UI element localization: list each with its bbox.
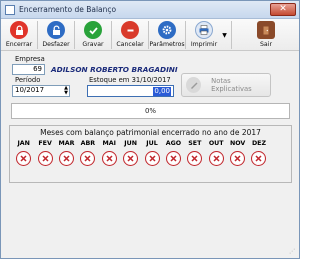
toolbar-separator (37, 21, 38, 49)
gravar-label: Gravar (82, 41, 104, 48)
toolbar-separator (74, 21, 75, 49)
red-x-icon (80, 151, 96, 166)
month-label: DEZ (251, 140, 267, 147)
encerrar-button[interactable]: Encerrar (3, 20, 35, 50)
month-label: AGO (165, 140, 182, 147)
month-label: JUN (124, 140, 138, 147)
desfazer-button[interactable]: Desfazer (40, 20, 72, 50)
parametros-label: Parâmetros (149, 41, 185, 48)
toolbar: Encerrar Desfazer Gravar Cancelar Parâme… (1, 19, 299, 51)
month-label: FEV (38, 140, 52, 147)
toolbar-separator (111, 21, 112, 49)
month-dez: DEZ (248, 140, 269, 166)
month-set: SET (184, 140, 205, 166)
sair-label: Sair (260, 41, 272, 48)
notas-explicativas-label: Notas Explicativas (211, 77, 252, 93)
title-bar: Encerramento de Balanço ✕ (1, 1, 299, 19)
toolbar-separator (185, 21, 186, 49)
notas-explicativas-button[interactable]: Notas Explicativas (181, 73, 271, 97)
periodo-value: 10/2017 (15, 86, 45, 94)
month-mar: MAR (56, 140, 77, 166)
months-row: JAN FEV MAR ABR MAI JUN JUL AGO SET OUT … (13, 140, 270, 166)
months-group: Meses com balanço patrimonial encerrado … (9, 125, 292, 183)
month-jun: JUN (120, 140, 141, 166)
pen-icon (186, 77, 202, 93)
month-mai: MAI (99, 140, 120, 166)
imprimir-dropdown-arrow[interactable]: ▼ (220, 20, 229, 50)
red-x-icon (16, 151, 32, 166)
red-x-icon (208, 151, 224, 166)
red-x-icon (101, 151, 117, 166)
estoque-value: 0,00 (153, 87, 171, 96)
resize-grip-icon[interactable]: ⋰ (289, 248, 297, 256)
close-window-button[interactable]: ✕ (270, 3, 296, 16)
month-jan: JAN (13, 140, 34, 166)
imprimir-button[interactable]: Imprimir (188, 20, 220, 50)
estoque-field[interactable]: 0,00 (87, 85, 174, 97)
cancelar-button[interactable]: Cancelar (114, 20, 146, 50)
red-x-icon (187, 151, 203, 166)
imprimir-label: Imprimir (190, 41, 218, 48)
month-label: MAR (58, 140, 75, 147)
periodo-label: Período (15, 76, 41, 84)
month-jul: JUL (141, 140, 162, 166)
gear-icon (158, 21, 176, 39)
progress-bar: 0% (11, 103, 290, 119)
check-icon (84, 21, 102, 39)
red-x-icon (37, 151, 53, 166)
month-label: SET (188, 140, 202, 147)
progress-text: 0% (144, 107, 157, 115)
periodo-field[interactable]: 10/2017 ▲ ▼ (12, 85, 70, 97)
months-group-title: Meses com balanço patrimonial encerrado … (40, 128, 261, 137)
estoque-label: Estoque em 31/10/2017 (89, 76, 171, 84)
month-label: JUL (146, 140, 158, 147)
cancel-icon (121, 21, 139, 39)
month-label: MAI (102, 140, 116, 147)
red-x-icon (165, 151, 181, 166)
empresa-name: ADILSON ROBERTO BRAGADINI (51, 65, 178, 74)
month-label: ABR (80, 140, 96, 147)
sair-button[interactable]: Sair (250, 20, 282, 50)
month-label: JAN (17, 140, 30, 147)
red-x-icon (144, 151, 160, 166)
printer-icon (195, 21, 213, 39)
month-label: OUT (208, 140, 224, 147)
red-x-icon (58, 151, 74, 166)
lock-icon (10, 21, 28, 39)
encerrar-label: Encerrar (5, 41, 33, 48)
month-nov: NOV (227, 140, 248, 166)
window-title: Encerramento de Balanço (19, 5, 117, 14)
periodo-spinner-icon[interactable]: ▲ ▼ (64, 86, 68, 96)
toolbar-separator (231, 21, 232, 49)
main-window: Encerramento de Balanço ✕ Encerrar Desfa… (0, 0, 300, 259)
red-x-icon (123, 151, 139, 166)
empresa-label: Empresa (15, 55, 45, 63)
month-fev: FEV (34, 140, 55, 166)
month-ago: AGO (163, 140, 184, 166)
month-out: OUT (206, 140, 227, 166)
red-x-icon (230, 151, 246, 166)
unlock-icon (47, 21, 65, 39)
gravar-button[interactable]: Gravar (77, 20, 109, 50)
month-abr: ABR (77, 140, 98, 166)
empresa-code-field[interactable]: 69 (12, 64, 45, 75)
cancelar-label: Cancelar (116, 41, 144, 48)
parametros-button[interactable]: Parâmetros (149, 20, 185, 50)
red-x-icon (251, 151, 267, 166)
month-label: NOV (229, 140, 246, 147)
app-icon (5, 4, 15, 15)
exit-door-icon (257, 21, 275, 39)
desfazer-label: Desfazer (42, 41, 70, 48)
